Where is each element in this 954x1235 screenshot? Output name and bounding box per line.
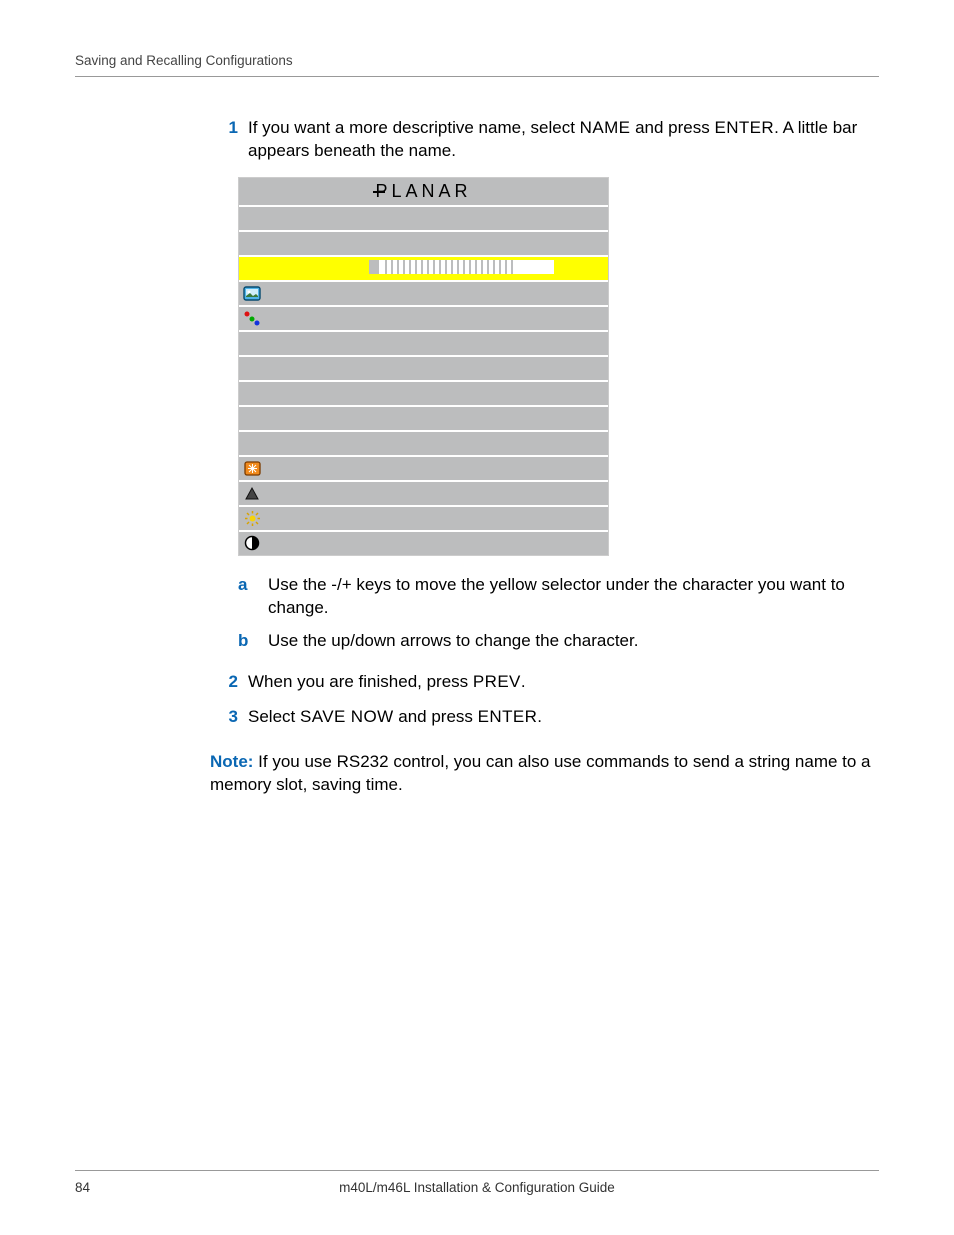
step-marker: 2 — [210, 671, 248, 694]
contrast-icon — [242, 534, 262, 552]
sub-step-a: a Use the -/+ keys to move the yellow se… — [238, 574, 879, 620]
menu-row — [239, 355, 608, 380]
menu-screenshot-figure: PLANAR — [238, 177, 609, 556]
menu-row — [239, 455, 608, 480]
note-paragraph: Note: If you use RS232 control, you can … — [210, 751, 879, 797]
ui-term-enter: ENTER — [714, 118, 774, 137]
menu-row — [239, 380, 608, 405]
menu-row — [239, 280, 608, 305]
menu-row — [239, 205, 608, 230]
text-fragment: If you want a more descriptive name, sel… — [248, 118, 580, 137]
text-fragment: and press — [630, 118, 714, 137]
note-label: Note: — [210, 752, 253, 771]
sharpness-icon — [242, 484, 262, 502]
page: Saving and Recalling Configurations 1 If… — [0, 0, 954, 1235]
step-1: 1 If you want a more descriptive name, s… — [210, 117, 879, 163]
menu-row — [239, 480, 608, 505]
menu-row — [239, 405, 608, 430]
sub-marker: b — [238, 630, 268, 653]
step-marker: 3 — [210, 706, 248, 729]
rgb-dots-icon — [242, 309, 262, 327]
menu-row — [239, 530, 608, 555]
text-fragment: When you are finished, press — [248, 672, 473, 691]
step-text: When you are finished, press PREV. — [248, 671, 879, 694]
ui-term-prev: PREV — [473, 672, 521, 691]
menu-brand-header: PLANAR — [239, 178, 608, 205]
page-number: 84 — [75, 1179, 215, 1197]
step-2: 2 When you are finished, press PREV. — [210, 671, 879, 694]
name-selector-bar — [369, 260, 554, 274]
ui-term-enter: ENTER — [478, 707, 538, 726]
menu-row-highlighted — [239, 255, 608, 280]
brightness-icon — [242, 509, 262, 527]
body-content: 1 If you want a more descriptive name, s… — [210, 117, 879, 796]
text-fragment: Select — [248, 707, 300, 726]
step-text: Select SAVE NOW and press ENTER. — [248, 706, 879, 729]
step-marker: 1 — [210, 117, 248, 163]
sub-step-b: b Use the up/down arrows to change the c… — [238, 630, 879, 653]
picture-icon — [242, 284, 262, 302]
text-fragment: . — [521, 672, 526, 691]
note-text: If you use RS232 control, you can also u… — [210, 752, 871, 794]
sub-text: Use the -/+ keys to move the yellow sele… — [268, 574, 879, 620]
text-fragment: and press — [394, 707, 478, 726]
footer-title: m40L/m46L Installation & Configuration G… — [215, 1179, 739, 1197]
text-fragment: . — [537, 707, 542, 726]
ui-term-save-now: SAVE NOW — [300, 707, 394, 726]
menu-row — [239, 305, 608, 330]
menu-row — [239, 505, 608, 530]
sub-steps: a Use the -/+ keys to move the yellow se… — [238, 574, 879, 653]
menu-row — [239, 230, 608, 255]
page-footer: 84 m40L/m46L Installation & Configuratio… — [75, 1170, 879, 1197]
ui-term-name: NAME — [580, 118, 631, 137]
sub-marker: a — [238, 574, 268, 620]
sub-text: Use the up/down arrows to change the cha… — [268, 630, 879, 653]
step-text: If you want a more descriptive name, sel… — [248, 117, 879, 163]
running-header: Saving and Recalling Configurations — [75, 52, 879, 77]
menu-row — [239, 330, 608, 355]
menu-row — [239, 430, 608, 455]
step-3: 3 Select SAVE NOW and press ENTER. — [210, 706, 879, 729]
orange-box-icon — [242, 459, 262, 477]
